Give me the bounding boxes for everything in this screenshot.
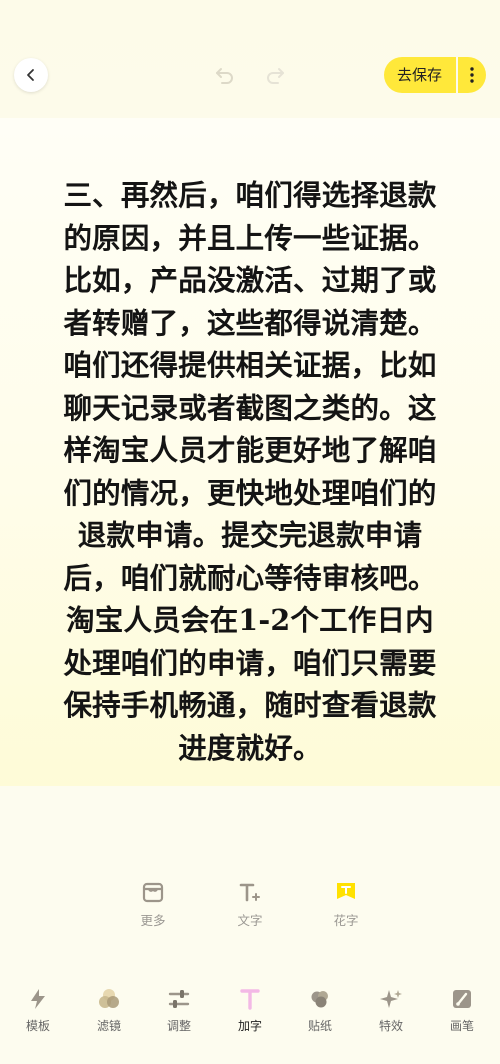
sliders-icon	[168, 990, 190, 1008]
text-icon	[240, 989, 260, 1010]
sticker-icon	[311, 991, 328, 1008]
back-button[interactable]	[14, 58, 48, 92]
undo-icon	[216, 68, 233, 84]
filter-circles-icon	[99, 989, 119, 1008]
tool-label: 滤镜	[96, 1019, 121, 1033]
sub-toolbar: 更多 文字 花字	[0, 878, 500, 938]
text-add-icon	[239, 883, 260, 902]
store-icon	[142, 882, 164, 903]
sub-tool-label: 更多	[140, 913, 166, 928]
vertical-dots-icon	[470, 67, 474, 83]
redo-icon	[267, 68, 284, 84]
tool-effects[interactable]: 特效	[365, 985, 417, 1034]
tool-label: 调整	[166, 1019, 191, 1033]
save-group: 去保存	[384, 57, 486, 93]
tool-add-text[interactable]: 加字	[224, 985, 276, 1034]
sparkle-icon	[380, 990, 402, 1008]
tool-label: 画笔	[449, 1019, 474, 1033]
sub-tool-fancy-text[interactable]: 花字	[316, 878, 376, 929]
sub-tool-label: 文字	[237, 913, 263, 928]
fancy-text-icon	[337, 883, 355, 899]
save-button[interactable]: 去保存	[384, 57, 456, 93]
sub-tool-label: 花字	[333, 913, 359, 928]
brush-icon	[453, 990, 471, 1008]
redo-button[interactable]	[262, 62, 288, 88]
tool-label: 特效	[378, 1019, 403, 1033]
tool-brush[interactable]: 画笔	[436, 985, 488, 1034]
chevron-left-icon	[27, 69, 34, 81]
tool-label: 加字	[237, 1019, 262, 1033]
main-toolbar: 模板 滤镜 调整 加字 贴纸 特效 画笔	[0, 985, 500, 1045]
tool-sticker[interactable]: 贴纸	[294, 985, 346, 1034]
more-options-button[interactable]	[458, 57, 486, 93]
lightning-icon	[31, 989, 45, 1009]
tool-filter[interactable]: 滤镜	[83, 985, 135, 1034]
tool-label: 贴纸	[307, 1019, 332, 1033]
sub-tool-text[interactable]: 文字	[220, 878, 280, 929]
canvas-text[interactable]: 三、再然后，咱们得选择退款的原因，并且上传一些证据。比如，产品没激活、过期了或者…	[58, 174, 442, 769]
tool-label: 模板	[25, 1019, 50, 1033]
undo-button[interactable]	[212, 62, 238, 88]
tool-template[interactable]: 模板	[12, 985, 64, 1034]
sub-tool-more[interactable]: 更多	[123, 878, 183, 929]
tool-adjust[interactable]: 调整	[153, 985, 205, 1034]
